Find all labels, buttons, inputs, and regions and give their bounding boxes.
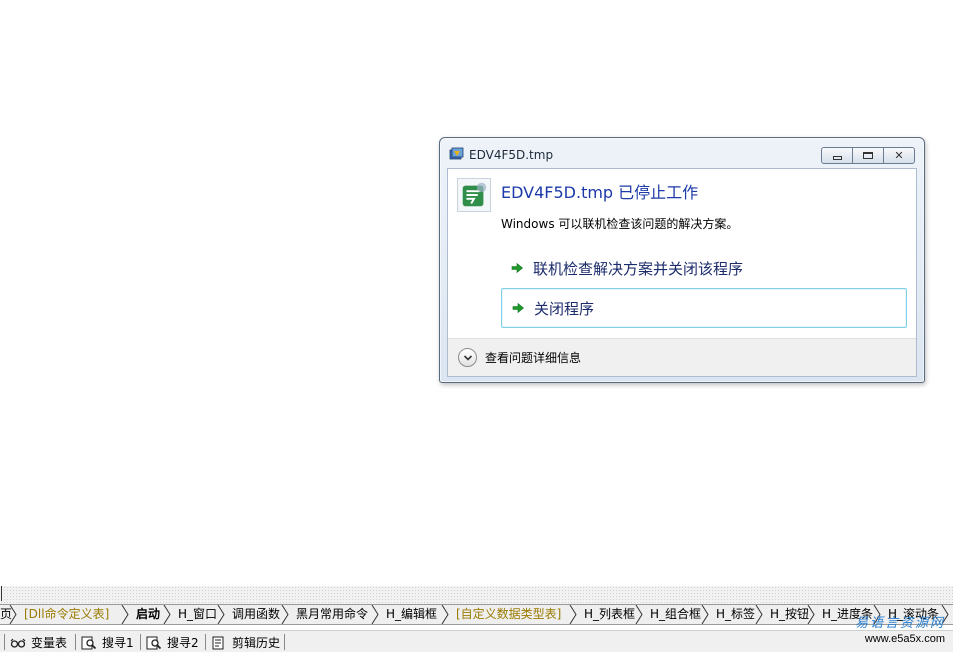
expand-details-button[interactable] — [458, 348, 477, 367]
minimize-button[interactable] — [821, 147, 853, 164]
minimize-icon — [832, 156, 842, 160]
details-label[interactable]: 查看问题详细信息 — [485, 349, 581, 366]
magnifier-document-icon — [81, 636, 97, 649]
toolbar-label: 变量表 — [31, 636, 68, 650]
close-button[interactable]: ✕ — [883, 147, 915, 164]
search2-tab[interactable]: 搜寻2 — [146, 634, 199, 651]
toolbar-divider — [140, 634, 141, 650]
toolbar-label: 搜寻1 — [102, 636, 134, 650]
check-online-and-close-button[interactable]: 联机检查解决方案并关闭该程序 — [501, 248, 907, 288]
bottom-toolbar: 变量表 搜寻1 搜寻2 剪辑历史 — [0, 630, 953, 652]
app-icon — [449, 147, 464, 160]
close-icon: ✕ — [894, 149, 904, 162]
dialog-titlebar[interactable]: EDV4F5D.tmp ✕ — [440, 138, 924, 168]
tab-separators — [9, 605, 949, 624]
watermark-chinese: 易语言资源网 — [854, 616, 945, 631]
chevron-down-icon — [463, 354, 472, 361]
maximize-button[interactable] — [852, 147, 884, 164]
error-headline: EDV4F5D.tmp 已停止工作 — [501, 183, 699, 202]
dialog-content: EDV4F5D.tmp 已停止工作 Windows 可以联机检查该问题的解决方案… — [447, 168, 917, 377]
dialog-title: EDV4F5D.tmp — [469, 148, 554, 162]
variables-tab[interactable]: 变量表 — [10, 634, 67, 651]
toolbar-divider — [205, 634, 206, 650]
glasses-icon — [10, 638, 26, 648]
clip-history-tab[interactable]: 剪辑历史 — [211, 634, 280, 651]
error-dialog: EDV4F5D.tmp ✕ EDV4F5D.tmp 已停止工作 Windows … — [439, 137, 925, 383]
magnifier-document-icon — [146, 636, 162, 649]
green-arrow-icon — [511, 262, 523, 274]
toolbar-label: 剪辑历史 — [232, 636, 281, 650]
clipboard-document-icon — [212, 636, 224, 649]
program-icon — [457, 178, 491, 212]
maximize-icon — [863, 152, 873, 159]
toolbar-divider — [284, 634, 285, 650]
error-message: Windows 可以联机检查该问题的解决方案。 — [501, 217, 739, 231]
toolbar-divider — [75, 634, 76, 650]
watermark-url: www.e5a5x.com — [864, 633, 945, 645]
close-program-button[interactable]: 关闭程序 — [501, 288, 907, 328]
text-cursor — [1, 586, 2, 601]
details-footer: 查看问题详细信息 — [448, 338, 916, 376]
green-arrow-icon — [512, 302, 524, 314]
code-tab-bar: 页 [Dll命令定义表] 启动 H_窗口 调用函数 黑月常用命令 H_编辑框 [… — [0, 604, 953, 625]
command-label: 联机检查解决方案并关闭该程序 — [533, 259, 744, 278]
command-label: 关闭程序 — [534, 299, 595, 318]
search1-tab[interactable]: 搜寻1 — [81, 634, 134, 651]
toolbar-divider — [4, 634, 5, 650]
splitter-bar[interactable] — [0, 586, 953, 604]
toolbar-label: 搜寻2 — [167, 636, 199, 650]
window-controls: ✕ — [821, 147, 915, 164]
site-watermark: 易语言资源网 www.e5a5x.com — [855, 612, 945, 645]
